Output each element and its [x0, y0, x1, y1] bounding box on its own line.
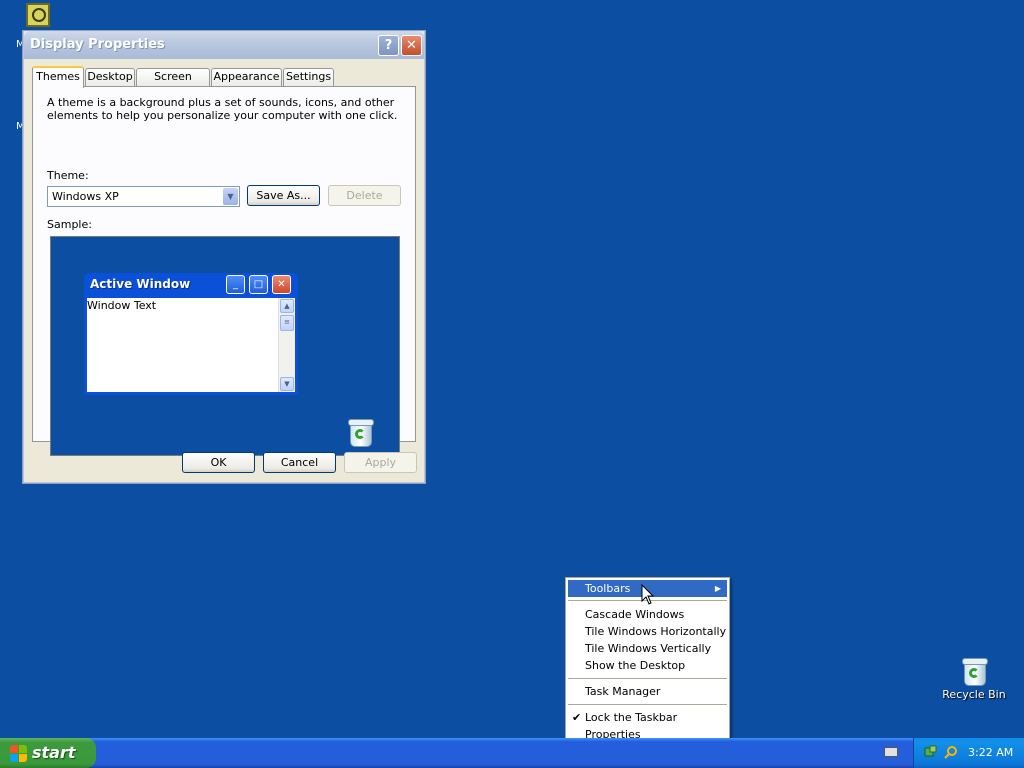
dialog-title: Display Properties [30, 37, 165, 52]
sample-active-window: Active Window _ □ ✕ Window Text ▲ ≡ ▼ [84, 273, 298, 395]
apply-button[interactable]: Apply [344, 452, 417, 473]
tab-desktop[interactable]: Desktop [85, 68, 135, 86]
tab-settings[interactable]: Settings [283, 68, 334, 86]
scroll-thumb: ≡ [280, 315, 294, 331]
keyboard-icon[interactable] [884, 747, 898, 757]
windows-logo-icon [10, 745, 27, 762]
start-label: start [32, 743, 76, 762]
theme-select[interactable]: Windows XP ▼ [47, 186, 240, 207]
search-icon[interactable] [944, 745, 958, 759]
sample-window-title: Active Window [90, 277, 191, 291]
submenu-arrow-icon: ▶ [714, 584, 721, 593]
menu-item-label: Lock the Taskbar [585, 711, 678, 724]
close-icon: ✕ [406, 38, 417, 53]
network-icon[interactable] [924, 745, 938, 759]
ok-button[interactable]: OK [182, 452, 255, 473]
sample-label: Sample: [47, 218, 92, 231]
sample-window-body: Window Text ▲ ≡ ▼ [87, 298, 295, 392]
theme-description: A theme is a background plus a set of so… [47, 96, 398, 122]
themes-tab-panel: A theme is a background plus a set of so… [32, 86, 416, 456]
cancel-button[interactable]: Cancel [263, 452, 336, 473]
theme-select-value: Windows XP [52, 190, 119, 203]
close-icon: ✕ [272, 275, 291, 294]
sample-recycle-bin-icon [347, 417, 374, 447]
menu-item-cascade-windows[interactable]: Cascade Windows [568, 606, 727, 623]
chevron-down-icon[interactable]: ▼ [223, 188, 238, 205]
taskbar[interactable]: start 3:22 AM [0, 738, 1024, 768]
help-button[interactable]: ? [378, 35, 399, 56]
mouse-cursor-icon [641, 584, 655, 605]
taskbar-clock[interactable]: 3:22 AM [968, 746, 1013, 759]
recycle-bin-icon [961, 656, 988, 686]
recycle-bin-shortcut[interactable]: Recycle Bin [940, 656, 1008, 701]
maximize-icon: □ [249, 275, 268, 294]
menu-item-label: Toolbars [585, 582, 631, 595]
menu-separator [568, 704, 727, 705]
scroll-down-icon: ▼ [280, 377, 294, 391]
tab-appearance[interactable]: Appearance [211, 68, 282, 86]
display-properties-dialog: Display Properties ? ✕ Themes Desktop Sc… [23, 31, 425, 483]
menu-item-task-manager[interactable]: Task Manager [568, 683, 727, 700]
menu-item-lock-taskbar[interactable]: ✔ Lock the Taskbar [568, 709, 727, 726]
sample-scrollbar: ▲ ≡ ▼ [278, 298, 295, 392]
close-button[interactable]: ✕ [401, 35, 422, 56]
menu-item-tile-horizontally[interactable]: Tile Windows Horizontally [568, 623, 727, 640]
system-tray: 3:22 AM [913, 738, 1024, 768]
minimize-icon: _ [226, 275, 245, 294]
menu-item-show-desktop[interactable]: Show the Desktop [568, 657, 727, 674]
start-button[interactable]: start [0, 738, 96, 768]
dialog-titlebar[interactable]: Display Properties ? ✕ [24, 31, 424, 59]
tab-screen-saver[interactable]: Screen Saver [136, 68, 210, 99]
menu-separator [568, 678, 727, 679]
delete-button[interactable]: Delete [328, 185, 401, 206]
theme-sample-preview: Active Window _ □ ✕ Window Text ▲ ≡ ▼ [50, 236, 400, 456]
checkmark-icon: ✔ [572, 711, 582, 724]
sample-window-text: Window Text [87, 299, 157, 312]
menu-item-tile-vertically[interactable]: Tile Windows Vertically [568, 640, 727, 657]
tab-themes[interactable]: Themes [32, 66, 84, 88]
desktop-shortcut-icon[interactable] [26, 3, 54, 31]
scroll-up-icon: ▲ [280, 299, 294, 313]
theme-label: Theme: [47, 169, 89, 182]
save-as-button[interactable]: Save As... [247, 185, 320, 206]
recycle-bin-label: Recycle Bin [942, 688, 1006, 701]
